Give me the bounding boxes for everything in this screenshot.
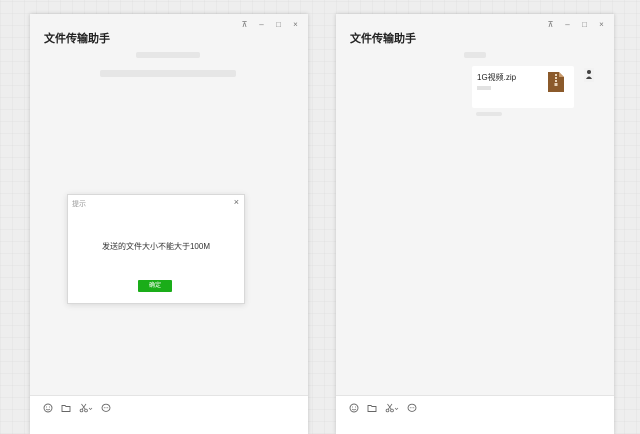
minimize-button[interactable]: – bbox=[255, 18, 268, 31]
maximize-button[interactable]: □ bbox=[578, 18, 591, 31]
message-composer[interactable] bbox=[336, 395, 614, 434]
file-name: 1G视频.zip bbox=[477, 73, 517, 82]
window-title: 文件传输助手 bbox=[44, 33, 110, 45]
minimize-button[interactable]: – bbox=[561, 18, 574, 31]
dialog-close-button[interactable]: × bbox=[234, 197, 239, 207]
chat-window-left: 文件传输助手 ⊼ – □ × 提示 × 发送的文件大小不能大于100M 确定 bbox=[30, 14, 308, 434]
chat-window-right: 文件传输助手 ⊼ – □ × 1G视频.zip bbox=[336, 14, 614, 434]
scissors-icon[interactable] bbox=[78, 402, 94, 414]
composer-toolbar bbox=[42, 402, 112, 414]
timestamp-placeholder bbox=[464, 52, 486, 58]
dialog-ok-button[interactable]: 确定 bbox=[138, 280, 172, 292]
alert-dialog: 提示 × 发送的文件大小不能大于100M 确定 bbox=[67, 194, 245, 304]
chat-history-icon[interactable] bbox=[100, 402, 112, 414]
window-title: 文件传输助手 bbox=[350, 33, 416, 45]
dialog-message: 发送的文件大小不能大于100M bbox=[101, 242, 210, 251]
avatar[interactable] bbox=[584, 68, 594, 82]
pin-button[interactable]: ⊼ bbox=[238, 18, 251, 31]
scissors-icon[interactable] bbox=[384, 402, 400, 414]
timestamp-placeholder bbox=[136, 52, 200, 58]
chat-history-icon[interactable] bbox=[406, 402, 418, 414]
close-button[interactable]: × bbox=[595, 18, 608, 31]
emoji-icon[interactable] bbox=[348, 402, 360, 414]
file-size-placeholder bbox=[477, 86, 491, 90]
composer-toolbar bbox=[348, 402, 418, 414]
message-composer[interactable] bbox=[30, 395, 308, 434]
window-controls: ⊼ – □ × bbox=[238, 18, 302, 31]
window-controls: ⊼ – □ × bbox=[544, 18, 608, 31]
zip-file-icon bbox=[548, 72, 564, 97]
pin-button[interactable]: ⊼ bbox=[544, 18, 557, 31]
folder-icon[interactable] bbox=[366, 402, 378, 414]
emoji-icon[interactable] bbox=[42, 402, 54, 414]
folder-icon[interactable] bbox=[60, 402, 72, 414]
maximize-button[interactable]: □ bbox=[272, 18, 285, 31]
send-status-placeholder bbox=[476, 112, 502, 116]
file-message-bubble[interactable]: 1G视频.zip bbox=[472, 66, 574, 108]
system-message-placeholder bbox=[100, 70, 236, 77]
close-button[interactable]: × bbox=[289, 18, 302, 31]
dialog-title: 提示 bbox=[72, 201, 86, 208]
